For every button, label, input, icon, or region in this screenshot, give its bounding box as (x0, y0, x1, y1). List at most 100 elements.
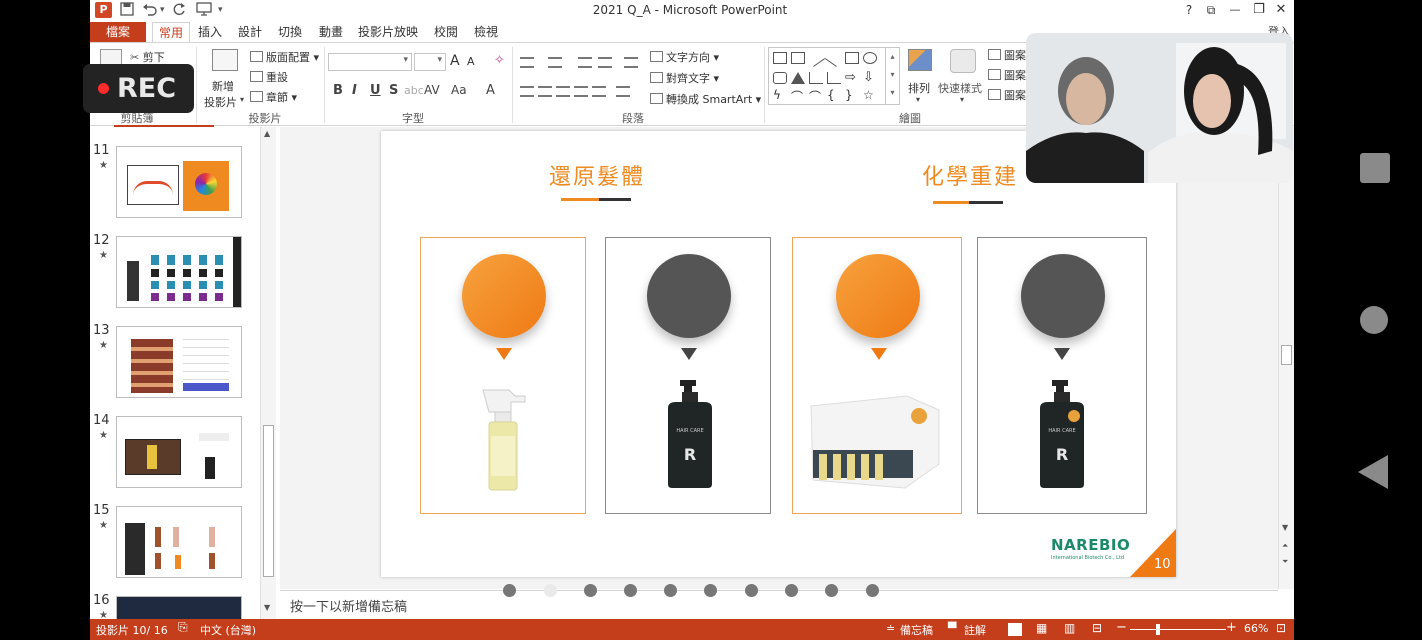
slide-thumbnail-14[interactable] (116, 416, 242, 488)
font-size-combo[interactable]: ▾ (414, 53, 446, 71)
strikethrough-button[interactable]: S (389, 83, 398, 98)
change-case-button[interactable]: Aa (451, 83, 467, 97)
current-slide[interactable]: 還原髮體 化學重建 HAIR CARE R HAIR CARE R NAREBI… (381, 131, 1176, 577)
slide-thumbnail-11[interactable] (116, 146, 242, 218)
restore-button[interactable]: ❐ (1248, 1, 1270, 19)
next-slide-icon[interactable]: ⏷ (1282, 557, 1288, 567)
reading-view-icon[interactable]: ▥ (1064, 621, 1075, 635)
page-dot-5[interactable] (664, 584, 677, 597)
shape-rectangle-icon[interactable] (845, 52, 859, 64)
product-card-ampoule-kit[interactable] (792, 237, 962, 514)
tab-file[interactable]: 檔案 (90, 22, 146, 42)
page-dot-2[interactable] (544, 584, 557, 597)
fit-slide-icon[interactable]: ⊡ (1276, 621, 1286, 635)
grow-font-button[interactable]: A (450, 53, 460, 69)
shape-line-2-icon[interactable] (824, 49, 844, 67)
spellcheck-icon[interactable]: ⎘ (178, 620, 188, 635)
save-icon[interactable] (120, 2, 134, 20)
italic-button[interactable]: I (352, 83, 357, 98)
shapes-gallery[interactable]: ⇨ ⇩ ϟ ⌒ ⌒ { } ☆ ▴ ▾ ▾ (768, 47, 900, 105)
align-left-icon[interactable] (520, 86, 534, 97)
shape-line-icon[interactable] (806, 49, 826, 67)
shape-star-icon[interactable]: ☆ (863, 88, 874, 102)
tab-transitions[interactable]: 切換 (274, 22, 306, 42)
notes-placeholder[interactable]: 按一下以新增備忘稿 (290, 596, 407, 615)
shape-elbow-2-icon[interactable] (827, 72, 841, 84)
shape-triangle-icon[interactable] (791, 72, 805, 84)
shape-oval-icon[interactable] (863, 52, 877, 64)
heading-restore-hair[interactable]: 還原髮體 (549, 159, 645, 191)
tab-review[interactable]: 校閱 (430, 22, 462, 42)
shape-textbox-icon[interactable] (773, 52, 787, 64)
slide-thumbnail-15[interactable] (116, 506, 242, 578)
page-dot-9[interactable] (825, 584, 838, 597)
thumbnail-scrollbar[interactable]: ▲ ▼ (260, 127, 276, 619)
page-dot-3[interactable] (584, 584, 597, 597)
shape-outline-button[interactable]: 圖案 (988, 67, 1026, 83)
align-right-icon[interactable] (556, 86, 570, 97)
editor-scrollbar[interactable]: ▼ ⏶ ⏷ (1278, 127, 1294, 589)
clear-format-button[interactable]: ✧ (494, 53, 505, 68)
page-dot-10[interactable] (866, 584, 879, 597)
tab-insert[interactable]: 插入 (194, 22, 226, 42)
tab-home[interactable]: 常用 (152, 22, 190, 42)
scroll-thumb[interactable] (263, 425, 274, 577)
tab-view[interactable]: 檢視 (470, 22, 502, 42)
increase-indent-icon[interactable] (598, 57, 612, 68)
undo-icon[interactable] (142, 2, 158, 20)
start-slideshow-icon[interactable] (196, 2, 212, 20)
shape-fill-button[interactable]: 圖案 (988, 47, 1026, 63)
quick-styles-button[interactable]: 快速樣式 ▾ (938, 49, 990, 107)
scroll-thumb[interactable] (1281, 345, 1292, 365)
scroll-down-icon[interactable]: ▼ (1282, 523, 1288, 532)
slide-thumbnail-16[interactable] (116, 596, 242, 619)
distributed-icon[interactable] (592, 86, 606, 97)
shape-bracket-icon[interactable]: { (827, 88, 835, 102)
comments-button[interactable]: 註解 (964, 622, 986, 638)
page-dot-8[interactable] (785, 584, 798, 597)
heading-chemical-rebuild[interactable]: 化學重建 (922, 159, 1018, 191)
shape-freeform-icon[interactable]: ϟ (773, 88, 781, 102)
normal-view-icon[interactable] (1008, 623, 1022, 636)
product-card-shampoo[interactable]: HAIR CARE R (605, 237, 771, 514)
slideshow-view-icon[interactable]: ⊟ (1092, 621, 1102, 635)
help-button[interactable]: ? (1178, 1, 1200, 19)
shape-arrow-down-icon[interactable]: ⇩ (863, 70, 874, 85)
tab-animations[interactable]: 動畫 (315, 22, 347, 42)
shape-bracket-right-icon[interactable]: } (845, 88, 853, 102)
shrink-font-button[interactable]: A (467, 55, 475, 68)
decrease-indent-icon[interactable] (578, 57, 592, 68)
tab-design[interactable]: 設計 (234, 22, 266, 42)
zoom-level[interactable]: 66% (1244, 622, 1268, 635)
slide-thumbnail-12[interactable] (116, 236, 242, 308)
shape-effects-button[interactable]: 圖案 (988, 87, 1026, 103)
slide-sorter-icon[interactable]: ▦ (1036, 621, 1047, 635)
line-spacing-icon[interactable] (624, 57, 638, 68)
shape-elbow-icon[interactable] (809, 72, 823, 84)
text-direction-button[interactable]: 文字方向 ▾ (650, 49, 719, 65)
recent-apps-button[interactable] (1360, 153, 1390, 183)
shape-curve-icon[interactable]: ⌒ (791, 88, 803, 105)
shape-arc-icon[interactable]: ⌒ (809, 88, 821, 105)
page-dot-1[interactable] (503, 584, 516, 597)
undo-dropdown-icon[interactable]: ▾ (160, 5, 165, 23)
character-spacing-button[interactable]: AV (424, 83, 440, 97)
justify-icon[interactable] (574, 86, 588, 97)
home-button[interactable] (1360, 306, 1388, 334)
smartart-button[interactable]: 轉換成 SmartArt ▾ (650, 91, 761, 107)
layout-button[interactable]: 版面配置 ▾ (250, 49, 319, 65)
customize-qat-icon[interactable]: ▾ (218, 5, 223, 23)
font-color-button[interactable]: A (486, 83, 495, 98)
zoom-in-icon[interactable]: + (1226, 620, 1237, 635)
columns-icon[interactable] (616, 86, 630, 97)
new-slide-button[interactable]: 新增 投影片 ▾ (204, 49, 246, 109)
notes-toggle-icon[interactable]: ≐ (886, 622, 895, 635)
section-button[interactable]: 章節 ▾ (250, 89, 297, 105)
tab-slideshow[interactable]: 投影片放映 (358, 22, 418, 42)
redo-icon[interactable] (172, 2, 186, 20)
font-name-combo[interactable]: ▾ (328, 53, 412, 71)
slide-thumbnail-13[interactable] (116, 326, 242, 398)
text-shadow-icon[interactable]: abc (404, 84, 424, 97)
cut-button[interactable]: ✂ 剪下 (130, 49, 165, 65)
language-indicator[interactable]: 中文 (台灣) (200, 622, 256, 638)
